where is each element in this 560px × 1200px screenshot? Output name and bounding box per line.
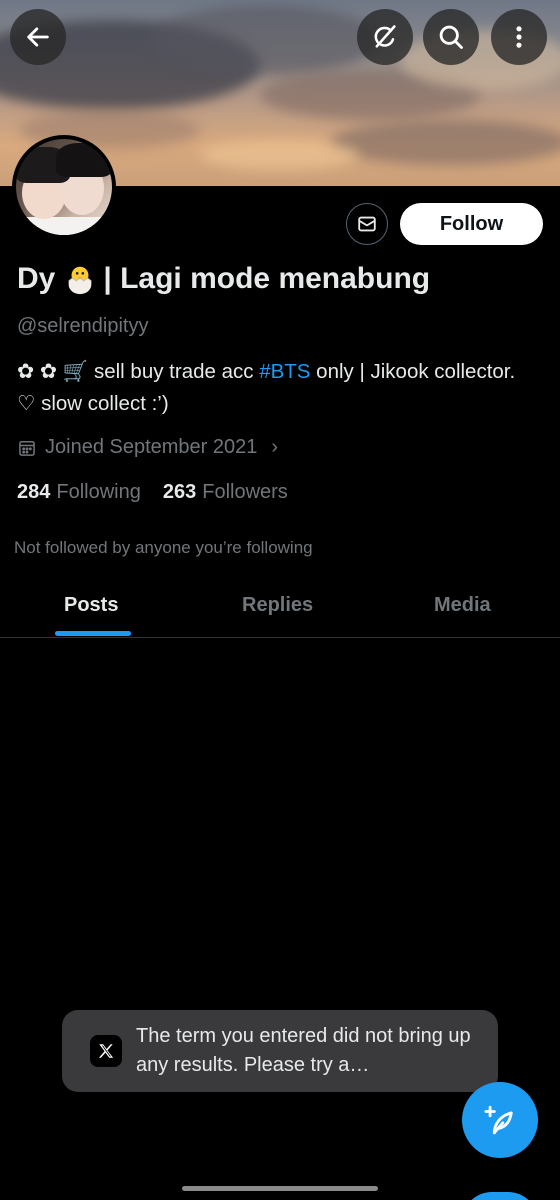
banner-cloud: [330, 120, 560, 165]
toast-message: The term you entered did not bring up an…: [136, 1025, 471, 1076]
mutual-followers-note: Not followed by anyone you’re following: [14, 538, 313, 557]
home-indicator[interactable]: [182, 1186, 378, 1191]
message-button[interactable]: [346, 203, 388, 245]
display-name: Dy | Lagi mode menabung: [17, 262, 430, 296]
display-name-rest: | Lagi mode menabung: [103, 262, 431, 295]
joined-date-row[interactable]: Joined September 2021 ›: [17, 436, 278, 459]
search-button[interactable]: [423, 9, 479, 65]
followers-count: 263: [162, 481, 197, 503]
followers-link[interactable]: 263 Followers: [163, 481, 288, 504]
avatar[interactable]: [12, 135, 116, 239]
more-options-button[interactable]: [491, 9, 547, 65]
tab-media[interactable]: Media: [434, 594, 491, 617]
hatching-chick-icon: [68, 266, 92, 295]
profile-tabs: Posts Replies Media: [0, 580, 560, 638]
search-icon: [439, 25, 463, 49]
grok-button[interactable]: [357, 9, 413, 65]
follow-stats: 284 Following 263 Followers: [17, 481, 288, 504]
joined-date-text: Joined September 2021: [45, 436, 258, 458]
back-button[interactable]: [10, 9, 66, 65]
more-vertical-icon: [516, 26, 522, 48]
calendar-icon: [19, 440, 35, 456]
active-tab-indicator: [55, 631, 131, 636]
following-link[interactable]: 284 Following: [17, 481, 141, 504]
followers-label: Followers: [202, 481, 288, 503]
x-logo-icon: [90, 1035, 122, 1067]
bio-hashtag-link[interactable]: #BTS: [259, 360, 310, 383]
arrow-left-icon: [27, 27, 49, 47]
tab-posts[interactable]: Posts: [64, 594, 118, 617]
banner-cloud: [200, 140, 360, 170]
profile-bio: ✿ ✿ 🛒 sell buy trade acc #BTS only | Jik…: [17, 356, 537, 420]
toast-notification: The term you entered did not bring up an…: [62, 1010, 498, 1092]
grok-icon: [374, 25, 396, 48]
compose-button-secondary[interactable]: [462, 1192, 538, 1200]
follow-button[interactable]: Follow: [400, 203, 543, 245]
following-count: 284: [17, 481, 51, 503]
display-name-first: Dy: [17, 262, 56, 295]
profile-handle: @selrendipityy: [17, 315, 149, 337]
envelope-icon: [358, 216, 376, 232]
following-label: Following: [56, 481, 141, 503]
chevron-right-icon: ›: [271, 436, 279, 458]
compose-feather-icon: [484, 1105, 513, 1135]
tab-replies[interactable]: Replies: [242, 594, 313, 617]
avatar-photo: [16, 139, 112, 235]
bio-text-start: ✿ ✿ 🛒 sell buy trade acc: [17, 360, 260, 383]
compose-post-button[interactable]: [462, 1082, 538, 1158]
banner-cloud: [150, 5, 380, 75]
